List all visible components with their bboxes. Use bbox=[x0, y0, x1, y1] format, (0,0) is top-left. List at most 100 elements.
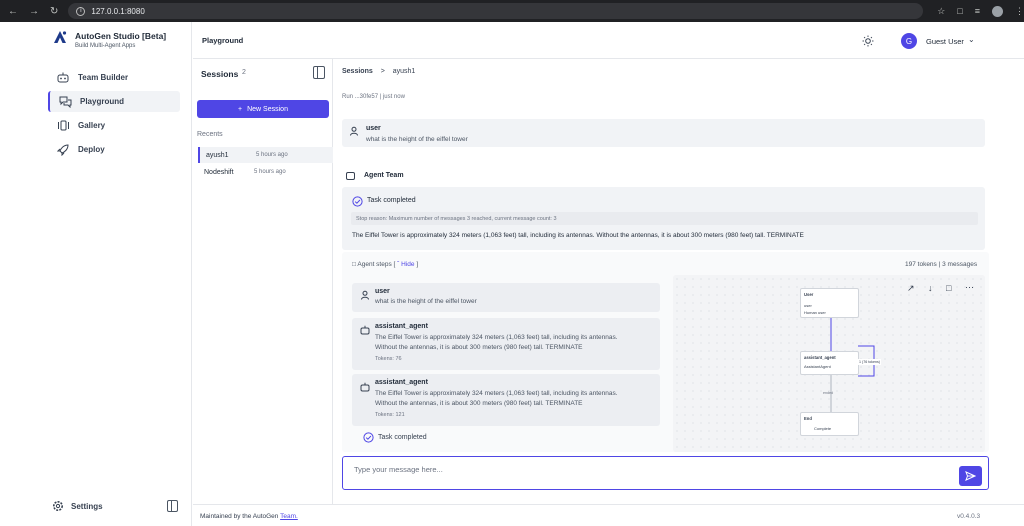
rocket-icon bbox=[57, 143, 69, 156]
agent-steps-close: ] bbox=[416, 261, 419, 268]
profile-icon[interactable] bbox=[992, 5, 1003, 17]
breadcrumb-sessions[interactable]: Sessions bbox=[342, 68, 373, 75]
new-session-label: New Session bbox=[247, 105, 288, 113]
url-text: 127.0.0.1:8080 bbox=[91, 6, 145, 16]
step-role: assistant_agent bbox=[375, 379, 428, 386]
user-icon bbox=[350, 126, 358, 136]
forward-icon[interactable]: → bbox=[29, 6, 39, 17]
gallery-icon bbox=[57, 120, 69, 131]
step-tokens: Tokens: 76 bbox=[375, 356, 402, 362]
step-role: user bbox=[375, 288, 390, 295]
gear-icon bbox=[53, 501, 63, 511]
graph-node-end[interactable]: End Complete bbox=[800, 412, 859, 436]
session-time: 5 hours ago bbox=[254, 169, 286, 175]
sidebar-item-deploy[interactable]: Deploy bbox=[48, 139, 180, 160]
agent-steps-label: Agent steps [ bbox=[357, 261, 396, 268]
final-answer: The Eiffel Tower is approximately 324 me… bbox=[352, 232, 804, 239]
menu-lines-icon[interactable]: ≡ bbox=[975, 6, 980, 16]
comment-icon: □ bbox=[352, 261, 356, 268]
settings-button[interactable]: Settings bbox=[52, 500, 103, 512]
extensions-icon[interactable]: □ bbox=[957, 6, 962, 16]
edge-label: ended bbox=[823, 391, 833, 395]
robot-icon bbox=[360, 325, 370, 335]
page-title: Playground bbox=[202, 36, 244, 45]
more-icon[interactable]: ⋮ bbox=[1015, 6, 1024, 17]
sidebar-item-label: Deploy bbox=[78, 145, 105, 154]
agent-graph-canvas[interactable]: ↗ ↓ □ ⋯ User user Human user assistant_a… bbox=[673, 275, 985, 452]
autogen-logo-icon bbox=[54, 31, 67, 43]
step-text: Without the antennas, it is about 300 me… bbox=[375, 400, 583, 407]
step-tokens: Tokens: 121 bbox=[375, 412, 405, 418]
step-role: assistant_agent bbox=[375, 323, 428, 330]
recents-label: Recents bbox=[197, 131, 223, 138]
agent-team-label: Agent Team bbox=[364, 172, 404, 179]
sidebar-item-label: Gallery bbox=[78, 121, 106, 130]
session-name: ayush1 bbox=[206, 151, 229, 159]
agent-steps-toggle[interactable]: □ Agent steps [ ˆ Hide ] bbox=[352, 260, 418, 270]
sidebar-item-gallery[interactable]: Gallery bbox=[48, 115, 180, 136]
back-icon[interactable]: ← bbox=[8, 6, 18, 17]
message-text: what is the height of the eiffel tower bbox=[366, 136, 468, 143]
robot-icon bbox=[346, 172, 355, 180]
sidebar-item-playground[interactable]: Playground bbox=[48, 91, 180, 112]
stop-reason: Stop reason: Maximum number of messages … bbox=[351, 212, 978, 225]
robot-icon bbox=[360, 382, 370, 392]
chevron-down-icon[interactable]: ⌄ bbox=[968, 35, 975, 44]
bookmark-icon[interactable]: ☆ bbox=[937, 6, 945, 17]
settings-label: Settings bbox=[71, 501, 103, 511]
node-title: End bbox=[804, 416, 812, 421]
session-item-ayush1[interactable]: ayush1 5 hours ago bbox=[198, 147, 333, 163]
footer bbox=[193, 504, 1024, 526]
browser-tools: ☆ □ ≡ ⋮ bbox=[937, 5, 1024, 17]
sidebar-item-label: Playground bbox=[80, 97, 125, 106]
message-input-placeholder: Type your message here... bbox=[354, 465, 443, 474]
collapse-sessions-icon[interactable] bbox=[313, 66, 325, 79]
graph-node-assistant-agent[interactable]: assistant_agent AssistantAgent bbox=[800, 351, 859, 375]
node-line: Complete bbox=[814, 426, 832, 431]
check-circle-icon bbox=[363, 432, 374, 443]
browser-nav: ← → ↻ bbox=[8, 6, 58, 17]
hide-link[interactable]: ˆ Hide bbox=[397, 261, 414, 268]
robot-icon bbox=[57, 72, 69, 83]
session-item-nodeshift[interactable]: Nodeshift 5 hours ago bbox=[198, 164, 333, 180]
collapse-sidebar-icon[interactable] bbox=[167, 500, 178, 512]
plus-icon: + bbox=[238, 105, 243, 113]
user-icon bbox=[361, 290, 369, 300]
theme-toggle-icon[interactable] bbox=[862, 35, 874, 47]
step-text: The Eiffel Tower is approximately 324 me… bbox=[375, 390, 618, 397]
tokens-summary: 197 tokens | 3 messages bbox=[905, 261, 978, 268]
team-link[interactable]: Team. bbox=[280, 513, 298, 520]
browser-toolbar: ← → ↻ i 127.0.0.1:8080 ☆ □ ≡ ⋮ bbox=[0, 0, 1024, 22]
send-button[interactable] bbox=[959, 466, 982, 486]
address-bar[interactable]: i 127.0.0.1:8080 bbox=[68, 3, 924, 19]
brand-title: AutoGen Studio [Beta] bbox=[75, 31, 167, 41]
run-info: Run ...30fe57 | just now bbox=[342, 94, 405, 100]
site-info-icon[interactable]: i bbox=[76, 6, 86, 16]
avatar[interactable]: G bbox=[901, 33, 917, 49]
version-label: v0.4.0.3 bbox=[957, 513, 981, 520]
check-circle-icon bbox=[352, 196, 363, 207]
session-time: 5 hours ago bbox=[256, 152, 288, 158]
footer-text: Maintained by the AutoGen Team. bbox=[200, 513, 298, 520]
edge-label: 1 (76 tokens) bbox=[858, 359, 881, 365]
reload-icon[interactable]: ↻ bbox=[50, 6, 58, 17]
step-text: The Eiffel Tower is approximately 324 me… bbox=[375, 334, 618, 341]
header-bar bbox=[193, 22, 1024, 59]
sessions-title: Sessions bbox=[201, 69, 239, 79]
message-input[interactable]: Type your message here... bbox=[342, 456, 989, 490]
node-title: User bbox=[804, 292, 814, 297]
user-name[interactable]: Guest User bbox=[926, 37, 964, 46]
node-title: assistant_agent bbox=[804, 355, 836, 360]
task-status: Task completed bbox=[367, 197, 416, 204]
node-line: AssistantAgent bbox=[804, 364, 831, 369]
send-icon bbox=[965, 471, 976, 481]
sidebar-item-label: Team Builder bbox=[78, 73, 129, 82]
new-session-button[interactable]: + New Session bbox=[197, 100, 329, 118]
session-name: Nodeshift bbox=[204, 168, 234, 176]
hide-label: Hide bbox=[401, 261, 415, 268]
message-role: user bbox=[366, 125, 381, 132]
graph-node-user[interactable]: User user Human user bbox=[800, 288, 859, 318]
sidebar-item-team-builder[interactable]: Team Builder bbox=[48, 67, 180, 88]
step-text: Without the antennas, it is about 300 me… bbox=[375, 344, 583, 351]
node-line: Human user bbox=[804, 310, 826, 315]
